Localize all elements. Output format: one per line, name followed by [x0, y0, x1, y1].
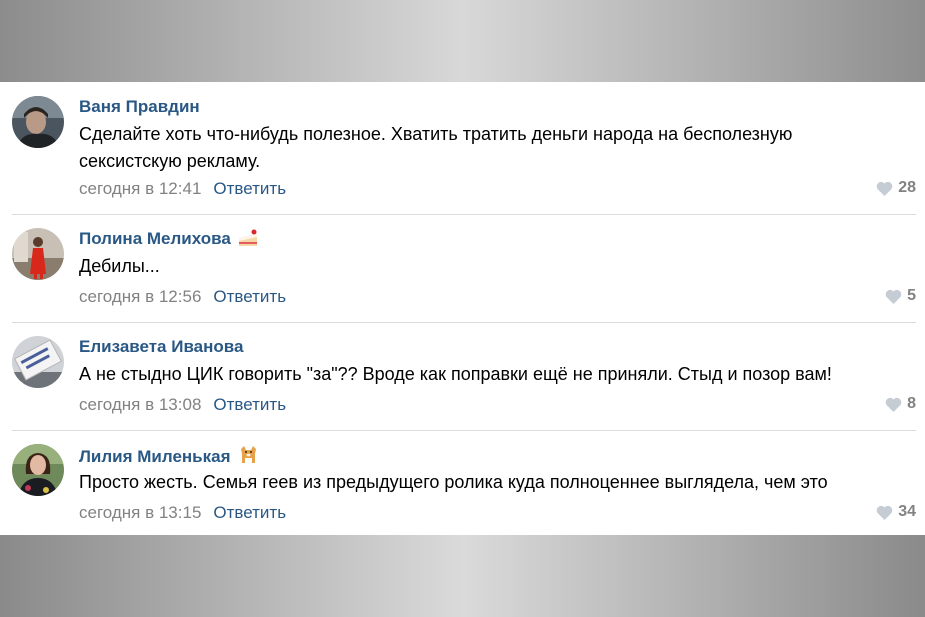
cake-icon — [238, 229, 257, 246]
avatar[interactable] — [12, 444, 64, 496]
comment-author[interactable]: Полина Мелихова — [79, 229, 259, 249]
comment-time[interactable]: сегодня в 13:15 — [79, 503, 201, 522]
like-count: 28 — [898, 179, 916, 196]
like-button[interactable]: 5 — [885, 287, 916, 305]
reply-button[interactable]: Ответить — [213, 287, 286, 306]
background-bottom — [0, 535, 925, 617]
comment-author[interactable]: Ваня Правдин — [79, 97, 200, 117]
comments-panel: Ваня Правдин Сделайте хоть что-нибудь по… — [0, 82, 925, 535]
divider — [12, 430, 916, 431]
reply-button[interactable]: Ответить — [213, 395, 286, 414]
author-name: Полина Мелихова — [79, 229, 231, 248]
heart-icon — [885, 289, 902, 304]
avatar[interactable] — [12, 96, 64, 148]
comment-meta: сегодня в 12:56 Ответить — [79, 287, 286, 307]
divider — [12, 322, 916, 323]
like-button[interactable]: 34 — [876, 503, 916, 521]
like-button[interactable]: 8 — [885, 395, 916, 413]
like-count: 8 — [907, 395, 916, 412]
avatar[interactable] — [12, 228, 64, 280]
comment-author[interactable]: Лилия Миленькая — [79, 445, 259, 467]
comment-meta: сегодня в 13:08 Ответить — [79, 395, 286, 415]
background-top — [0, 0, 925, 82]
divider — [12, 214, 916, 215]
comment-meta: сегодня в 13:15 Ответить — [79, 503, 286, 523]
comment-time[interactable]: сегодня в 12:56 — [79, 287, 201, 306]
heart-icon — [876, 505, 893, 520]
like-count: 34 — [898, 503, 916, 520]
heart-icon — [876, 181, 893, 196]
comment-author[interactable]: Елизавета Иванова — [79, 337, 243, 357]
reply-button[interactable]: Ответить — [213, 503, 286, 522]
heart-icon — [885, 397, 902, 412]
comment-time[interactable]: сегодня в 12:41 — [79, 179, 201, 198]
comment-time[interactable]: сегодня в 13:08 — [79, 395, 201, 414]
comment-text: Сделайте хоть что-нибудь полезное. Хвати… — [79, 124, 793, 171]
like-button[interactable]: 28 — [876, 179, 916, 197]
comment-meta: сегодня в 12:41 Ответить — [79, 179, 286, 199]
comment-text: А не стыдно ЦИК говорить "за"?? Вроде ка… — [79, 364, 832, 384]
like-count: 5 — [907, 287, 916, 304]
comment-text: Дебилы... — [79, 256, 160, 276]
comment-text: Просто жесть. Семья геев из предыдущего … — [79, 472, 828, 492]
avatar[interactable] — [12, 336, 64, 388]
reply-button[interactable]: Ответить — [213, 179, 286, 198]
author-name: Лилия Миленькая — [79, 447, 231, 466]
dog-icon — [240, 446, 256, 463]
